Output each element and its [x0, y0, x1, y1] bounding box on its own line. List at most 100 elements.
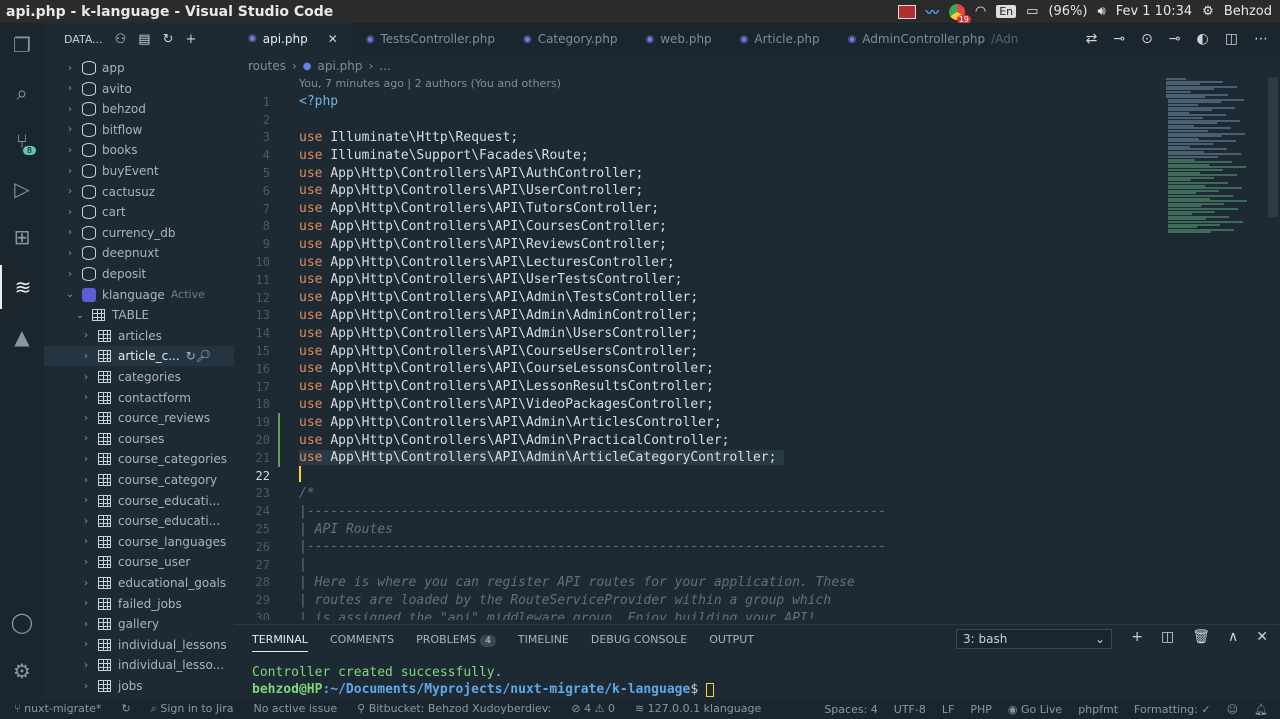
jira-issue[interactable]: No active issue: [253, 702, 337, 716]
minimap[interactable]: [1160, 75, 1270, 245]
breadcrumb-file[interactable]: api.php: [318, 59, 363, 73]
battery-percent[interactable]: (96%): [1048, 4, 1087, 19]
tree-table-group[interactable]: ⌄ TABLE: [44, 305, 234, 325]
git-blame-annotation[interactable]: You, 7 minutes ago | 2 authors (You and …: [299, 77, 561, 90]
database-icon[interactable]: ≋: [0, 265, 44, 309]
formatting-status[interactable]: Formatting: ✓: [1134, 703, 1211, 716]
refresh-icon[interactable]: ↻: [163, 32, 174, 47]
tab-testscontroller-php[interactable]: ◉ TestsController.php: [352, 23, 509, 55]
commit-next-icon[interactable]: ⊸: [1169, 31, 1181, 47]
account-icon[interactable]: ◯: [0, 600, 44, 644]
notifications-bell-icon[interactable]: 🔔︎: [1254, 703, 1268, 716]
tree-database-item[interactable]: › behzod: [44, 99, 234, 119]
code-editor[interactable]: You, 7 minutes ago | 2 authors (You and …: [234, 75, 1114, 620]
run-debug-icon[interactable]: ▷: [0, 167, 44, 211]
editor-scrollbar[interactable]: [1266, 75, 1280, 620]
problems-status[interactable]: ⊘ 4 ⚠ 0: [571, 702, 615, 716]
compare-icon[interactable]: ⇄: [1086, 31, 1098, 47]
sync-icon[interactable]: ↻: [121, 702, 130, 716]
tree-table-item[interactable]: › article_c... ↻ 🔎︎: [44, 346, 234, 367]
tree-table-item[interactable]: › individual_lesso...: [44, 655, 234, 675]
close-panel-icon[interactable]: ✕: [1256, 629, 1268, 645]
maximize-panel-icon[interactable]: ∧: [1228, 629, 1238, 645]
git-branch[interactable]: ⑂ nuxt-migrate*: [14, 702, 101, 716]
refresh-icon[interactable]: ↻: [186, 349, 196, 363]
db-connection-status[interactable]: ≋ 127.0.0.1 klanguage: [635, 702, 761, 716]
screen-recorder-icon[interactable]: [897, 4, 916, 19]
encoding[interactable]: UTF-8: [894, 703, 926, 716]
tree-table-item[interactable]: › failed_jobs: [44, 594, 234, 614]
add-icon[interactable]: +: [186, 32, 197, 47]
keyboard-layout[interactable]: En: [996, 5, 1017, 18]
new-terminal-icon[interactable]: +: [1131, 629, 1143, 645]
source-control-icon[interactable]: ⑂ 8: [0, 119, 44, 163]
tab-article-php[interactable]: ◉ Article.php: [726, 23, 834, 55]
tree-table-item[interactable]: › course_user: [44, 552, 234, 572]
tree-database-item[interactable]: › books: [44, 140, 234, 160]
split-editor-icon[interactable]: ◫: [1225, 31, 1238, 47]
split-terminal-icon[interactable]: ◫: [1161, 629, 1174, 645]
tree-table-item[interactable]: › course_educati...: [44, 491, 234, 511]
add-connection-icon[interactable]: ⚇: [115, 32, 127, 47]
panel-tab-timeline[interactable]: TIMELINE: [518, 633, 569, 646]
deploy-icon[interactable]: ▲: [0, 315, 44, 359]
tree-database-item[interactable]: › bitflow: [44, 120, 234, 140]
wifi-icon[interactable]: ◠: [975, 4, 986, 19]
panel-tab-debug-console[interactable]: DEBUG CONSOLE: [591, 633, 687, 646]
manage-gear-icon[interactable]: ⚙: [0, 649, 44, 693]
explorer-icon[interactable]: ❐: [0, 23, 44, 67]
breadcrumb-folder[interactable]: routes: [248, 59, 286, 73]
battery-icon[interactable]: ▭: [1026, 4, 1038, 19]
volume-icon[interactable]: 🔊︎: [1097, 4, 1105, 19]
language-mode[interactable]: PHP: [970, 703, 992, 716]
feedback-icon[interactable]: ☺: [1227, 703, 1238, 716]
tree-database-item[interactable]: › app: [44, 58, 234, 78]
new-query-icon[interactable]: ▤: [138, 32, 150, 47]
chrome-icon[interactable]: 19: [948, 3, 971, 24]
indentation[interactable]: Spaces: 4: [824, 703, 877, 716]
tree-table-item[interactable]: › individual_lessons: [44, 635, 234, 655]
breadcrumb-more[interactable]: ...: [379, 59, 390, 73]
close-icon[interactable]: ✕: [328, 32, 338, 46]
tree-table-item[interactable]: › gallery: [44, 614, 234, 634]
tree-table-item[interactable]: › cource_reviews: [44, 408, 234, 428]
search-icon[interactable]: ⌕: [0, 71, 44, 115]
tree-database-item[interactable]: › buyEvent: [44, 161, 234, 181]
terminal-select[interactable]: 3: bash ⌄: [956, 629, 1112, 649]
clock[interactable]: Fev 1 10:34: [1116, 4, 1192, 19]
bitbucket-status[interactable]: ⚲ Bitbucket: Behzod Xudoyberdiev:: [357, 702, 551, 716]
tree-database-item[interactable]: › currency_db: [44, 223, 234, 243]
end-of-line[interactable]: LF: [942, 703, 954, 716]
tree-database-item[interactable]: › deepnuxt: [44, 243, 234, 263]
more-actions-icon[interactable]: ⋯: [1254, 31, 1268, 47]
tree-table-item[interactable]: › courses: [44, 429, 234, 449]
panel-tab-problems[interactable]: PROBLEMS 4: [416, 633, 496, 647]
tree-table-item[interactable]: › course_categories: [44, 449, 234, 469]
tab-category-php[interactable]: ◉ Category.php: [509, 23, 632, 55]
phpfmt-status[interactable]: phpfmt: [1078, 703, 1118, 716]
tree-table-item[interactable]: › articles: [44, 326, 234, 346]
tree-table-item[interactable]: › educational_goals: [44, 573, 234, 593]
go-back-icon[interactable]: ⊸: [1113, 31, 1125, 47]
tab-web-php[interactable]: ◉ web.php: [631, 23, 725, 55]
panel-tab-terminal[interactable]: TERMINAL: [252, 633, 308, 652]
tree-active-database[interactable]: ⌄ klanguage Active: [44, 285, 234, 305]
scrollbar-thumb[interactable]: [1268, 77, 1278, 217]
tree-table-item[interactable]: › categories: [44, 367, 234, 387]
panel-tab-output[interactable]: OUTPUT: [709, 633, 754, 646]
tab-api-php[interactable]: ◉ api.php ✕: [234, 23, 352, 55]
jira-signin[interactable]: ⌕ Sign in to Jira: [151, 702, 234, 716]
commit-prev-icon[interactable]: ⊙: [1141, 31, 1153, 47]
tree-database-item[interactable]: › cactusuz: [44, 182, 234, 202]
tree-table-item[interactable]: › course_educati...: [44, 511, 234, 531]
go-live-button[interactable]: ◉ Go Live: [1008, 703, 1062, 716]
tree-database-item[interactable]: › avito: [44, 79, 234, 99]
tree-database-item[interactable]: › deposit: [44, 264, 234, 284]
tab-admincontroller-php[interactable]: ◉ AdminController.php/Adn: [834, 23, 1033, 55]
settings-gear-icon[interactable]: ⚙: [1202, 4, 1214, 19]
search-table-icon[interactable]: 🔎︎: [196, 349, 211, 363]
timeline-icon[interactable]: ◐: [1197, 31, 1209, 47]
trash-icon[interactable]: 🗑︎: [1192, 629, 1210, 645]
tree-table-item[interactable]: › course_category: [44, 470, 234, 490]
tree-table-item[interactable]: › contactform: [44, 388, 234, 408]
